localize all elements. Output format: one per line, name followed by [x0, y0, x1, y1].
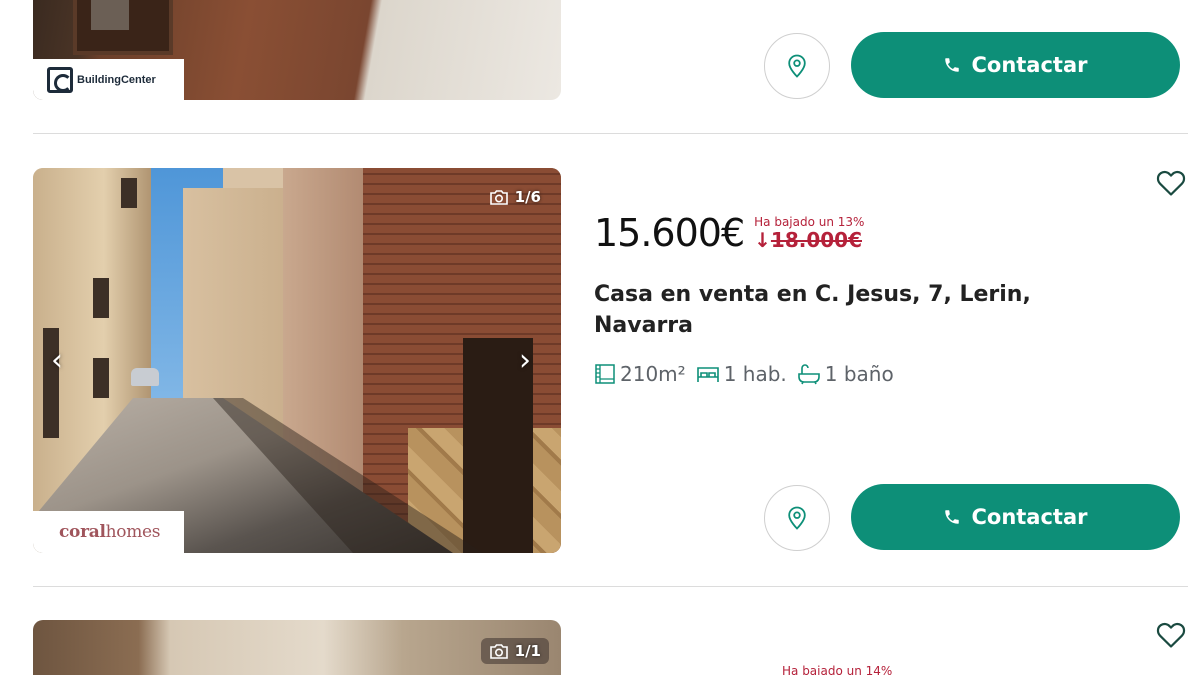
price-drop: Ha bajado un 13% ↓18.000€: [754, 215, 864, 255]
buildingcenter-logo-icon: [47, 66, 73, 93]
favorite-heart-icon[interactable]: [1156, 621, 1186, 649]
map-pin-icon: [788, 506, 806, 530]
camera-icon: [489, 189, 508, 205]
listing-price: 15.600€: [594, 211, 745, 255]
feature-area-text: 210m²: [620, 362, 686, 386]
contact-button[interactable]: Contactar: [851, 32, 1180, 98]
contact-button-label: Contactar: [971, 505, 1088, 529]
photo-next-arrow-icon[interactable]: ›: [519, 346, 543, 376]
listing-features: 210m² 1 hab. 1 baño: [594, 362, 894, 386]
bed-icon: [696, 367, 719, 382]
photo-counter: 1/6: [489, 188, 541, 206]
photo-car: [131, 368, 159, 386]
feature-rooms: 1 hab.: [696, 362, 787, 386]
feature-rooms-text: 1 hab.: [723, 362, 787, 386]
coralhomes-logo: coralhomes: [59, 522, 161, 542]
listing-title[interactable]: Casa en venta en C. Jesus, 7, Lerin, Nav…: [594, 279, 1054, 341]
agency-logo: coralhomes: [33, 511, 184, 553]
listing-divider: [33, 133, 1188, 134]
listing-photo[interactable]: 1/1: [33, 620, 561, 675]
photo-door-panel: [91, 0, 129, 30]
floor-plan-icon: [595, 364, 615, 384]
contact-button[interactable]: Contactar: [851, 484, 1180, 550]
feature-baths: 1 baño: [797, 362, 894, 386]
photo-counter-text: 1/6: [514, 188, 541, 206]
phone-icon: [945, 58, 960, 72]
feature-area: 210m²: [594, 362, 686, 386]
bathtub-icon: [797, 364, 820, 385]
feature-baths-text: 1 baño: [824, 362, 894, 386]
agency-logo: BuildingCenter: [33, 59, 184, 100]
old-price: ↓18.000€: [754, 229, 864, 251]
photo-counter-text: 1/1: [514, 642, 541, 660]
contact-button-label: Contactar: [971, 53, 1088, 77]
phone-icon: [945, 510, 960, 524]
camera-icon: [489, 643, 508, 659]
agency-logo-text: BuildingCenter: [77, 73, 156, 86]
photo-prev-arrow-icon[interactable]: ‹: [51, 346, 75, 376]
price-drop-label: Ha bajado un 14%: [782, 664, 893, 675]
favorite-heart-icon[interactable]: [1156, 169, 1186, 197]
map-button[interactable]: [764, 485, 830, 551]
photo-counter: 1/1: [480, 638, 549, 664]
price-drop-label: Ha bajado un 13%: [754, 215, 865, 229]
buildingcenter-logo: BuildingCenter: [47, 66, 156, 93]
old-price-value: 18.000€: [770, 228, 862, 252]
map-button[interactable]: [764, 33, 830, 99]
listing-photo[interactable]: ‹ › 1/6 coralhomes: [33, 168, 561, 553]
listing-divider: [33, 586, 1188, 587]
price-row: 15.600€ Ha bajado un 13% ↓18.000€: [594, 211, 864, 255]
map-pin-icon: [788, 54, 806, 78]
price-drop-arrow-icon: ↓: [754, 228, 771, 252]
listing-photo[interactable]: BuildingCenter: [33, 0, 561, 100]
